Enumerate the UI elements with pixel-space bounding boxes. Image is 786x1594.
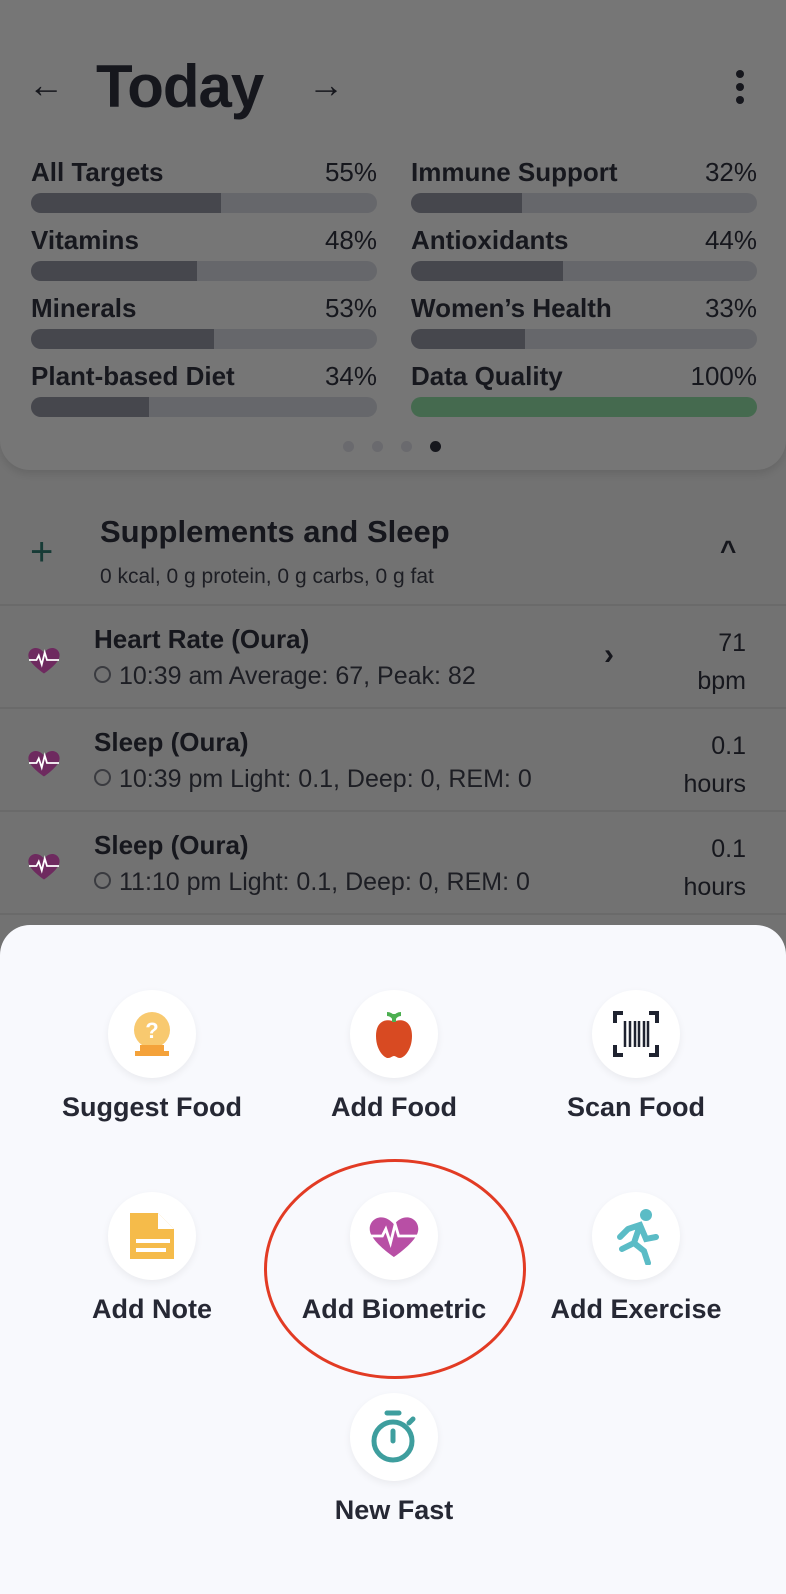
heart-pulse-icon [26, 848, 62, 889]
target-label: Vitamins [31, 225, 139, 255]
target-label: Data Quality [411, 361, 563, 391]
progress-fill [31, 261, 198, 281]
target-metric[interactable]: Plant-based Diet 34% [31, 361, 377, 421]
entry-detail: 10:39 pm Light: 0.1, Deep: 0, REM: 0 [94, 765, 532, 794]
plus-icon[interactable]: + [30, 530, 53, 575]
apple-icon[interactable] [350, 990, 438, 1078]
list-item[interactable]: Heart Rate (Oura) 10:39 am Average: 67, … [0, 604, 786, 707]
add-exercise-button[interactable]: Add Exercise [521, 1192, 751, 1325]
suggest-food-button[interactable]: ? Suggest Food [37, 990, 267, 1123]
progress-bar [411, 261, 757, 281]
section-summary: 0 kcal, 0 g protein, 0 g carbs, 0 g fat [100, 565, 434, 588]
page-indicator[interactable] [343, 441, 441, 452]
target-metric[interactable]: Vitamins 48% [31, 225, 377, 285]
action-label: Scan Food [566, 1092, 705, 1122]
progress-bar [31, 397, 377, 417]
progress-bar [31, 193, 377, 213]
progress-fill [31, 193, 222, 213]
target-percent: 100% [690, 361, 758, 391]
clock-icon [94, 872, 111, 889]
progress-fill [411, 329, 526, 349]
target-metric[interactable]: Women’s Health 33% [411, 293, 757, 353]
section-title: Supplements and Sleep [100, 514, 450, 549]
chevron-right-icon[interactable]: › [604, 638, 614, 672]
entry-name: Heart Rate (Oura) [94, 624, 310, 654]
running-icon[interactable] [592, 1192, 680, 1280]
target-metric[interactable]: All Targets 55% [31, 157, 377, 217]
target-metric[interactable]: Antioxidants 44% [411, 225, 757, 285]
entry-value: 0.1 [711, 732, 746, 760]
action-label: Add Food [331, 1092, 457, 1122]
entry-detail-text: 11:10 pm Light: 0.1, Deep: 0, REM: 0 [119, 868, 530, 896]
entry-value: 71 [718, 629, 746, 657]
target-percent: 34% [324, 361, 377, 391]
entry-unit: bpm [697, 667, 746, 695]
action-label: Add Exercise [550, 1294, 722, 1324]
target-metric[interactable]: Immune Support 32% [411, 157, 757, 217]
progress-bar [31, 329, 377, 349]
progress-bar [411, 329, 757, 349]
target-percent: 44% [704, 225, 757, 255]
target-metric[interactable]: Minerals 53% [31, 293, 377, 353]
add-note-button[interactable]: Add Note [37, 1192, 267, 1325]
heart-pulse-icon [26, 745, 62, 786]
action-label: Add Note [92, 1294, 212, 1324]
crystal-ball-question-icon[interactable]: ? [108, 990, 196, 1078]
page-title: Today [96, 53, 264, 120]
entry-name: Sleep (Oura) [94, 727, 249, 757]
entry-detail: 11:10 pm Light: 0.1, Deep: 0, REM: 0 [94, 868, 530, 897]
stopwatch-icon[interactable] [350, 1393, 438, 1481]
target-label: Plant-based Diet [31, 361, 235, 391]
list-item[interactable]: Sleep (Oura) 10:39 pm Light: 0.1, Deep: … [0, 707, 786, 810]
target-percent: 55% [324, 157, 377, 187]
progress-fill [411, 261, 564, 281]
progress-bar [411, 193, 757, 213]
clock-icon [94, 666, 111, 683]
target-percent: 48% [324, 225, 377, 255]
target-percent: 32% [704, 157, 757, 187]
target-label: Antioxidants [411, 225, 569, 255]
more-vertical-icon[interactable] [736, 70, 744, 109]
entry-detail-text: 10:39 am Average: 67, Peak: 82 [119, 662, 476, 690]
chevron-up-icon[interactable]: ^ [720, 535, 736, 567]
progress-fill [31, 397, 149, 417]
progress-fill [31, 329, 215, 349]
action-label: Suggest Food [62, 1092, 242, 1122]
barcode-icon[interactable] [592, 990, 680, 1078]
progress-fill [411, 193, 522, 213]
target-label: Minerals [31, 293, 137, 323]
arrow-right-icon[interactable]: → [308, 64, 344, 106]
entry-name: Sleep (Oura) [94, 830, 249, 860]
target-label: Women’s Health [411, 293, 612, 323]
svg-text:?: ? [145, 1018, 158, 1043]
progress-bar [31, 261, 377, 281]
note-icon[interactable] [108, 1192, 196, 1280]
divider [0, 913, 786, 925]
arrow-left-icon[interactable]: ← [28, 64, 64, 106]
highlight-annotation-circle [264, 1159, 526, 1379]
entry-value: 0.1 [711, 835, 746, 863]
entry-unit: hours [683, 873, 746, 901]
target-label: Immune Support [411, 157, 618, 187]
list-item[interactable]: Sleep (Oura) 11:10 pm Light: 0.1, Deep: … [0, 810, 786, 913]
entry-detail-text: 10:39 pm Light: 0.1, Deep: 0, REM: 0 [119, 765, 532, 793]
action-label: New Fast [334, 1495, 454, 1525]
target-label: All Targets [31, 157, 164, 187]
clock-icon [94, 769, 111, 786]
new-fast-button[interactable]: New Fast [279, 1393, 509, 1526]
heart-pulse-icon [26, 642, 62, 683]
add-food-button[interactable]: Add Food [279, 990, 509, 1123]
progress-fill [411, 397, 757, 417]
entry-detail: 10:39 am Average: 67, Peak: 82 [94, 662, 476, 691]
target-percent: 53% [324, 293, 377, 323]
entry-unit: hours [683, 770, 746, 798]
progress-bar [411, 397, 757, 417]
target-metric[interactable]: Data Quality 100% [411, 361, 757, 421]
target-percent: 33% [704, 293, 757, 323]
scan-food-button[interactable]: Scan Food [521, 990, 751, 1123]
